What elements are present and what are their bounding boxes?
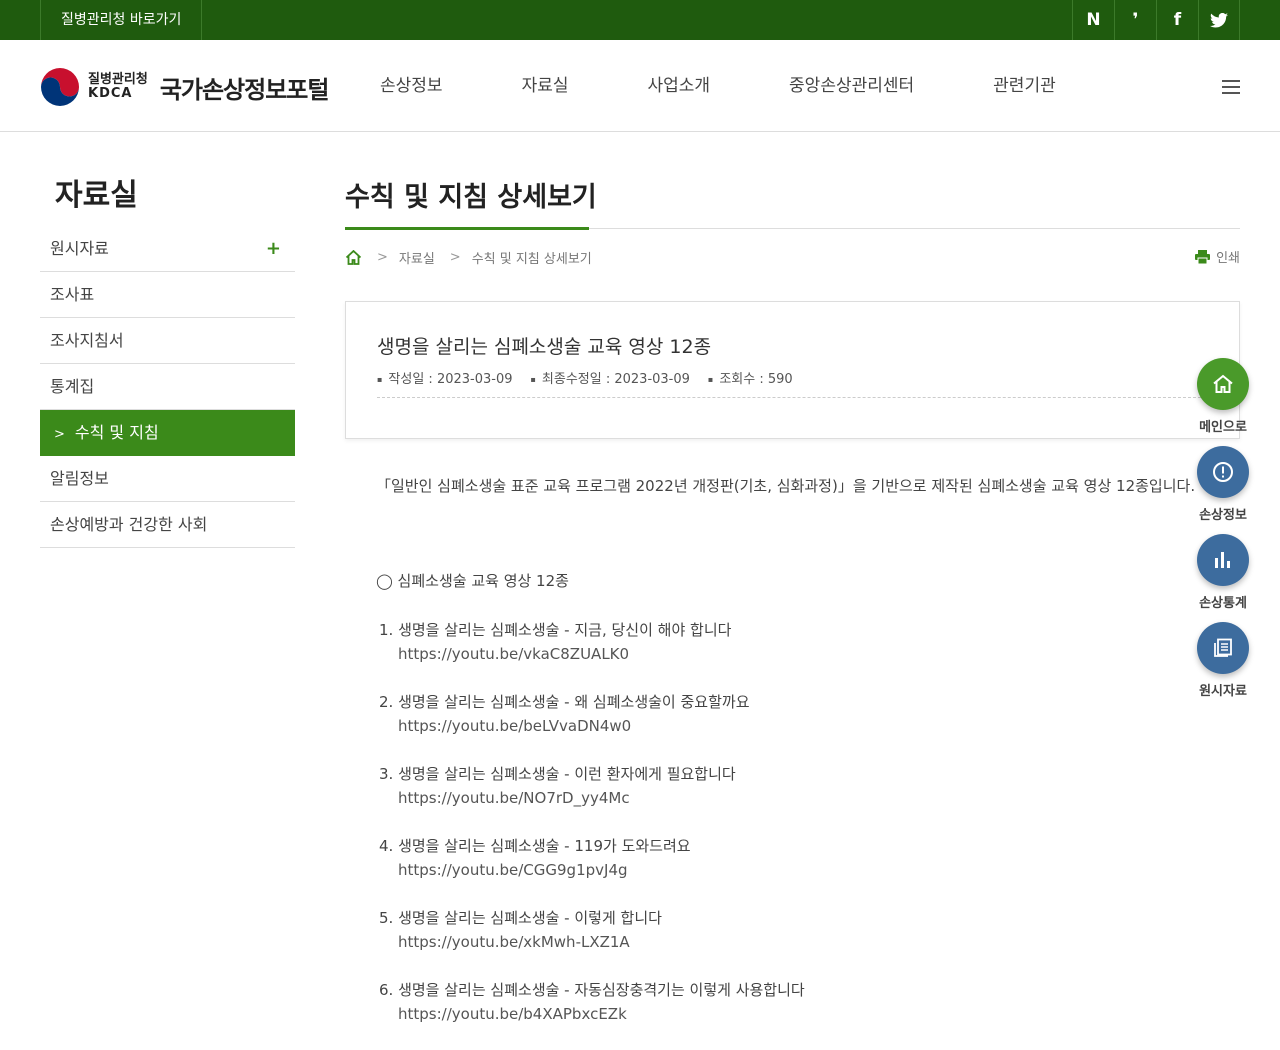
header: 질병관리청 KDCA 국가손상정보포털 손상정보 자료실 사업소개 중앙손상관리… [0, 40, 1280, 132]
video-title: 1. 생명을 살리는 심폐소생술 - 지금, 당신이 해야 합니다 [379, 621, 732, 639]
video-list: 1. 생명을 살리는 심폐소생술 - 지금, 당신이 해야 합니다 https:… [379, 618, 1159, 1050]
sidebar-item-label[interactable]: 통계집 [40, 364, 295, 410]
sidebar-item-label[interactable]: 손상예방과 건강한 사회 [40, 502, 295, 548]
twitter-icon[interactable] [1198, 0, 1240, 40]
social-links: N ❜ f [1072, 0, 1240, 40]
home-icon[interactable] [1197, 358, 1249, 410]
sidebar-item-label[interactable]: 조사표 [40, 272, 295, 318]
sidebar-item-label: 수칙 및 지침 [74, 423, 159, 442]
page-title: 수칙 및 지침 상세보기 [345, 182, 597, 213]
kdca-emblem-icon [41, 68, 79, 106]
chevron-right-icon: > [54, 427, 65, 442]
sidebar-item-statistics[interactable]: 통계집 [40, 364, 295, 410]
quick-raw-data-button[interactable]: 원시자료 [1196, 622, 1250, 710]
quick-label: 메인으로 [1199, 420, 1247, 435]
print-label: 인쇄 [1216, 251, 1240, 266]
sidebar-item-guidelines[interactable]: > 수칙 및 지침 [40, 410, 295, 456]
sidebar-item-notices[interactable]: 알림정보 [40, 456, 295, 502]
list-item: 4. 생명을 살리는 심폐소생술 - 119가 도와드려요 https://yo… [379, 834, 1159, 906]
list-item: 3. 생명을 살리는 심폐소생술 - 이런 환자에게 필요합니다 https:/… [379, 762, 1159, 834]
video-link[interactable]: https://youtu.be/CGG9g1pvJ4g [379, 858, 1159, 882]
quick-label: 손상통계 [1199, 596, 1247, 611]
portal-name: 국가손상정보포털 [159, 75, 330, 104]
list-item: 2. 생명을 살리는 심폐소생술 - 왜 심폐소생술이 중요할까요 https:… [379, 690, 1159, 762]
video-title: 4. 생명을 살리는 심폐소생술 - 119가 도와드려요 [379, 837, 691, 855]
post-info-box: 생명을 살리는 심폐소생술 교육 영상 12종 작성일 : 2023-03-09… [345, 301, 1240, 439]
logo-org-korean: 질병관리청 [88, 71, 148, 87]
post-title: 생명을 살리는 심폐소생술 교육 영상 12종 [377, 336, 712, 358]
naver-blog-icon[interactable]: N [1072, 0, 1114, 40]
video-title: 2. 생명을 살리는 심폐소생술 - 왜 심폐소생술이 중요할까요 [379, 693, 750, 711]
meta-divider [377, 397, 1211, 398]
sidebar-item-label[interactable]: 조사지침서 [40, 318, 295, 364]
printer-icon [1195, 249, 1211, 264]
sidebar-menu: 원시자료 + 조사표 조사지침서 통계집 > 수칙 및 지침 알림정보 손상예방과… [40, 226, 295, 548]
sidebar-item-survey-form[interactable]: 조사표 [40, 272, 295, 318]
post-meta: 작성일 : 2023-03-09 최종수정일 : 2023-03-09 조회수 … [377, 368, 811, 387]
list-item: 1. 생명을 살리는 심폐소생술 - 지금, 당신이 해야 합니다 https:… [379, 618, 1159, 690]
video-title: 3. 생명을 살리는 심폐소생술 - 이런 환자에게 필요합니다 [379, 765, 736, 783]
gnb-item-related-orgs[interactable]: 관련기관 [993, 40, 1056, 132]
video-title: 6. 생명을 살리는 심폐소생술 - 자동심장충격기는 이렇게 사용합니다 [379, 981, 805, 999]
sidebar-item-prevention[interactable]: 손상예방과 건강한 사회 [40, 502, 295, 548]
video-link[interactable]: https://youtu.be/NO7rD_yy4Mc [379, 786, 1159, 810]
gnb-item-archive[interactable]: 자료실 [522, 40, 569, 132]
gnb-item-injury-info[interactable]: 손상정보 [380, 40, 443, 132]
quick-label: 원시자료 [1199, 684, 1247, 699]
title-accent-bar [345, 227, 589, 230]
quick-menu: 메인으로 손상정보 손상통계 원시자료 [1196, 358, 1250, 710]
created-date: 작성일 : 2023-03-09 [377, 368, 512, 387]
document-icon[interactable] [1197, 622, 1249, 674]
sidebar-item-active[interactable]: > 수칙 및 지침 [40, 410, 295, 456]
video-link[interactable]: https://youtu.be/b4XAPbxcEZk [379, 1002, 1159, 1026]
facebook-icon[interactable]: f [1156, 0, 1198, 40]
video-link[interactable]: https://youtu.be/xkMwh-LXZ1A [379, 930, 1159, 954]
menu-icon[interactable] [1222, 80, 1240, 94]
sidebar-item-label[interactable]: 원시자료 [40, 226, 295, 272]
sidebar-item-raw-data[interactable]: 원시자료 + [40, 226, 295, 272]
gnb-item-central-center[interactable]: 중앙손상관리센터 [789, 40, 914, 132]
list-item: 6. 생명을 살리는 심폐소생술 - 자동심장충격기는 이렇게 사용합니다 ht… [379, 978, 1159, 1050]
video-list-title: ◯ 심폐소생술 교육 영상 12종 [376, 572, 569, 590]
alert-icon[interactable] [1197, 446, 1249, 498]
site-logo[interactable]: 질병관리청 KDCA 국가손상정보포털 [40, 66, 330, 108]
sidebar-title: 자료실 [55, 178, 138, 213]
global-nav: 손상정보 자료실 사업소개 중앙손상관리센터 관련기관 [380, 40, 1135, 132]
quick-main-button[interactable]: 메인으로 [1196, 358, 1250, 446]
top-bar: 질병관리청 바로가기 N ❜ f [0, 0, 1280, 40]
home-icon[interactable] [345, 249, 362, 265]
post-icon[interactable]: ❜ [1114, 0, 1156, 40]
post-body: 「일반인 심폐소생술 표준 교육 프로그램 2022년 개정판(기초, 심화과정… [376, 477, 1196, 495]
quick-injury-info-button[interactable]: 손상정보 [1196, 446, 1250, 534]
modified-date: 최종수정일 : 2023-03-09 [531, 368, 690, 387]
kdca-shortcut-link[interactable]: 질병관리청 바로가기 [40, 0, 203, 40]
gnb-item-projects[interactable]: 사업소개 [647, 40, 710, 132]
bar-chart-icon[interactable] [1197, 534, 1249, 586]
expand-plus-icon[interactable]: + [266, 238, 281, 259]
breadcrumb: > 자료실 > 수칙 및 지침 상세보기 [345, 247, 592, 267]
breadcrumb-item[interactable]: 자료실 [399, 248, 435, 267]
list-item: 5. 생명을 살리는 심폐소생술 - 이렇게 합니다 https://youtu… [379, 906, 1159, 978]
breadcrumb-separator: > [449, 249, 461, 265]
breadcrumb-separator: > [377, 249, 388, 265]
video-link[interactable]: https://youtu.be/vkaC8ZUALK0 [379, 642, 1159, 666]
video-link[interactable]: https://youtu.be/beLVvaDN4w0 [379, 714, 1159, 738]
print-button[interactable]: 인쇄 [1195, 247, 1240, 266]
sidebar-item-label[interactable]: 알림정보 [40, 456, 295, 502]
quick-statistics-button[interactable]: 손상통계 [1196, 534, 1250, 622]
view-count: 조회수 : 590 [708, 368, 792, 387]
quick-label: 손상정보 [1199, 508, 1247, 523]
sidebar-item-survey-guide[interactable]: 조사지침서 [40, 318, 295, 364]
video-title: 5. 생명을 살리는 심폐소생술 - 이렇게 합니다 [379, 909, 662, 927]
logo-org-english: KDCA [88, 86, 133, 101]
breadcrumb-current: 수칙 및 지침 상세보기 [471, 251, 592, 267]
